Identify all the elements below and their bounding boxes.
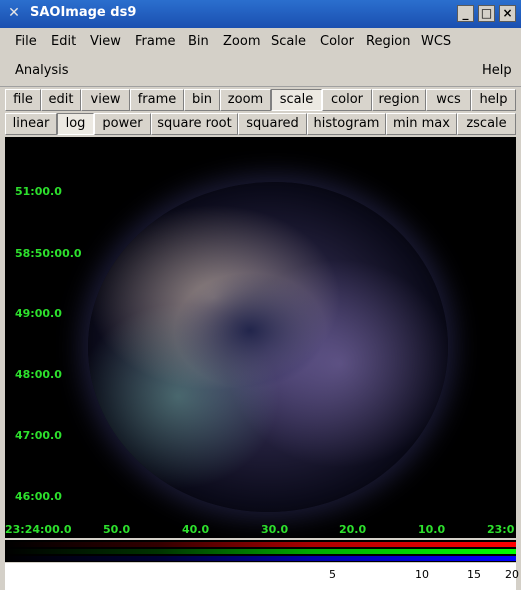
- button-color[interactable]: color: [322, 89, 372, 111]
- x-logo-icon: ✕: [8, 5, 20, 21]
- scale-sqrt[interactable]: square root: [151, 113, 238, 135]
- button-wcs[interactable]: wcs: [426, 89, 471, 111]
- menu-help[interactable]: Help: [482, 63, 512, 78]
- scale-button-bar: linear log power square root squared his…: [0, 112, 521, 136]
- scale-linear[interactable]: linear: [5, 113, 57, 135]
- scale-log[interactable]: log: [57, 113, 94, 135]
- colorbar-red: [5, 542, 516, 547]
- button-help[interactable]: help: [471, 89, 516, 111]
- menu-bin[interactable]: Bin: [188, 34, 209, 49]
- scale-power[interactable]: power: [94, 113, 151, 135]
- colorbar-tick: 15: [467, 568, 481, 581]
- colorbar-green: [5, 549, 516, 554]
- x-axis-label: 23:24:00.0: [5, 523, 72, 536]
- menu-color[interactable]: Color: [320, 34, 354, 49]
- colorbar-tick: 10: [415, 568, 429, 581]
- y-axis-label: 58:50:00.0: [15, 247, 82, 260]
- button-scale[interactable]: scale: [271, 89, 322, 111]
- menu-edit[interactable]: Edit: [51, 34, 76, 49]
- menu-zoom[interactable]: Zoom: [223, 34, 260, 49]
- menu-frame[interactable]: Frame: [135, 34, 176, 49]
- menu-region[interactable]: Region: [366, 34, 411, 49]
- menu-analysis[interactable]: Analysis: [15, 63, 69, 78]
- button-frame[interactable]: frame: [130, 89, 184, 111]
- window-titlebar[interactable]: ✕ SAOImage ds9 _ □ ×: [0, 0, 521, 28]
- x-axis-label: 10.0: [418, 523, 446, 536]
- y-axis-label: 46:00.0: [15, 490, 62, 503]
- x-axis-label: 40.0: [182, 523, 210, 536]
- y-axis-label: 48:00.0: [15, 368, 62, 381]
- menu-view[interactable]: View: [90, 34, 121, 49]
- x-axis-label: 20.0: [339, 523, 367, 536]
- x-axis-label: 50.0: [103, 523, 131, 536]
- scale-minmax[interactable]: min max: [386, 113, 457, 135]
- button-file[interactable]: file: [5, 89, 41, 111]
- scale-squared[interactable]: squared: [238, 113, 307, 135]
- colorbar-blue: [5, 556, 516, 561]
- button-bin[interactable]: bin: [184, 89, 220, 111]
- scale-zscale[interactable]: zscale: [457, 113, 516, 135]
- close-icon[interactable]: ×: [499, 5, 516, 22]
- colorbar-tick: 5: [329, 568, 336, 581]
- menubar: File Edit View Frame Bin Zoom Scale Colo…: [0, 28, 521, 87]
- minimize-icon[interactable]: _: [457, 5, 474, 22]
- scale-histogram[interactable]: histogram: [307, 113, 386, 135]
- colorbar-ticks: 5 10 15 20: [5, 563, 519, 590]
- x-axis-label: 30.0: [261, 523, 289, 536]
- y-axis-label: 51:00.0: [15, 185, 62, 198]
- colorbar-tick: 20: [505, 568, 519, 581]
- x-axis-label: 23:0: [487, 523, 515, 536]
- menu-scale[interactable]: Scale: [271, 34, 306, 49]
- menu-wcs[interactable]: WCS: [421, 34, 451, 49]
- image-canvas[interactable]: 51:00.0 58:50:00.0 49:00.0 48:00.0 47:00…: [5, 137, 516, 538]
- y-axis-label: 49:00.0: [15, 307, 62, 320]
- button-edit[interactable]: edit: [41, 89, 81, 111]
- button-region[interactable]: region: [372, 89, 426, 111]
- button-bar: file edit view frame bin zoom scale colo…: [0, 88, 521, 112]
- y-axis-label: 47:00.0: [15, 429, 62, 442]
- maximize-icon[interactable]: □: [478, 5, 495, 22]
- button-zoom[interactable]: zoom: [220, 89, 271, 111]
- supernova-remnant-image: [88, 182, 448, 512]
- colorbar[interactable]: [5, 540, 516, 562]
- window-title: SAOImage ds9: [30, 5, 137, 20]
- button-view[interactable]: view: [81, 89, 130, 111]
- menu-file[interactable]: File: [15, 34, 37, 49]
